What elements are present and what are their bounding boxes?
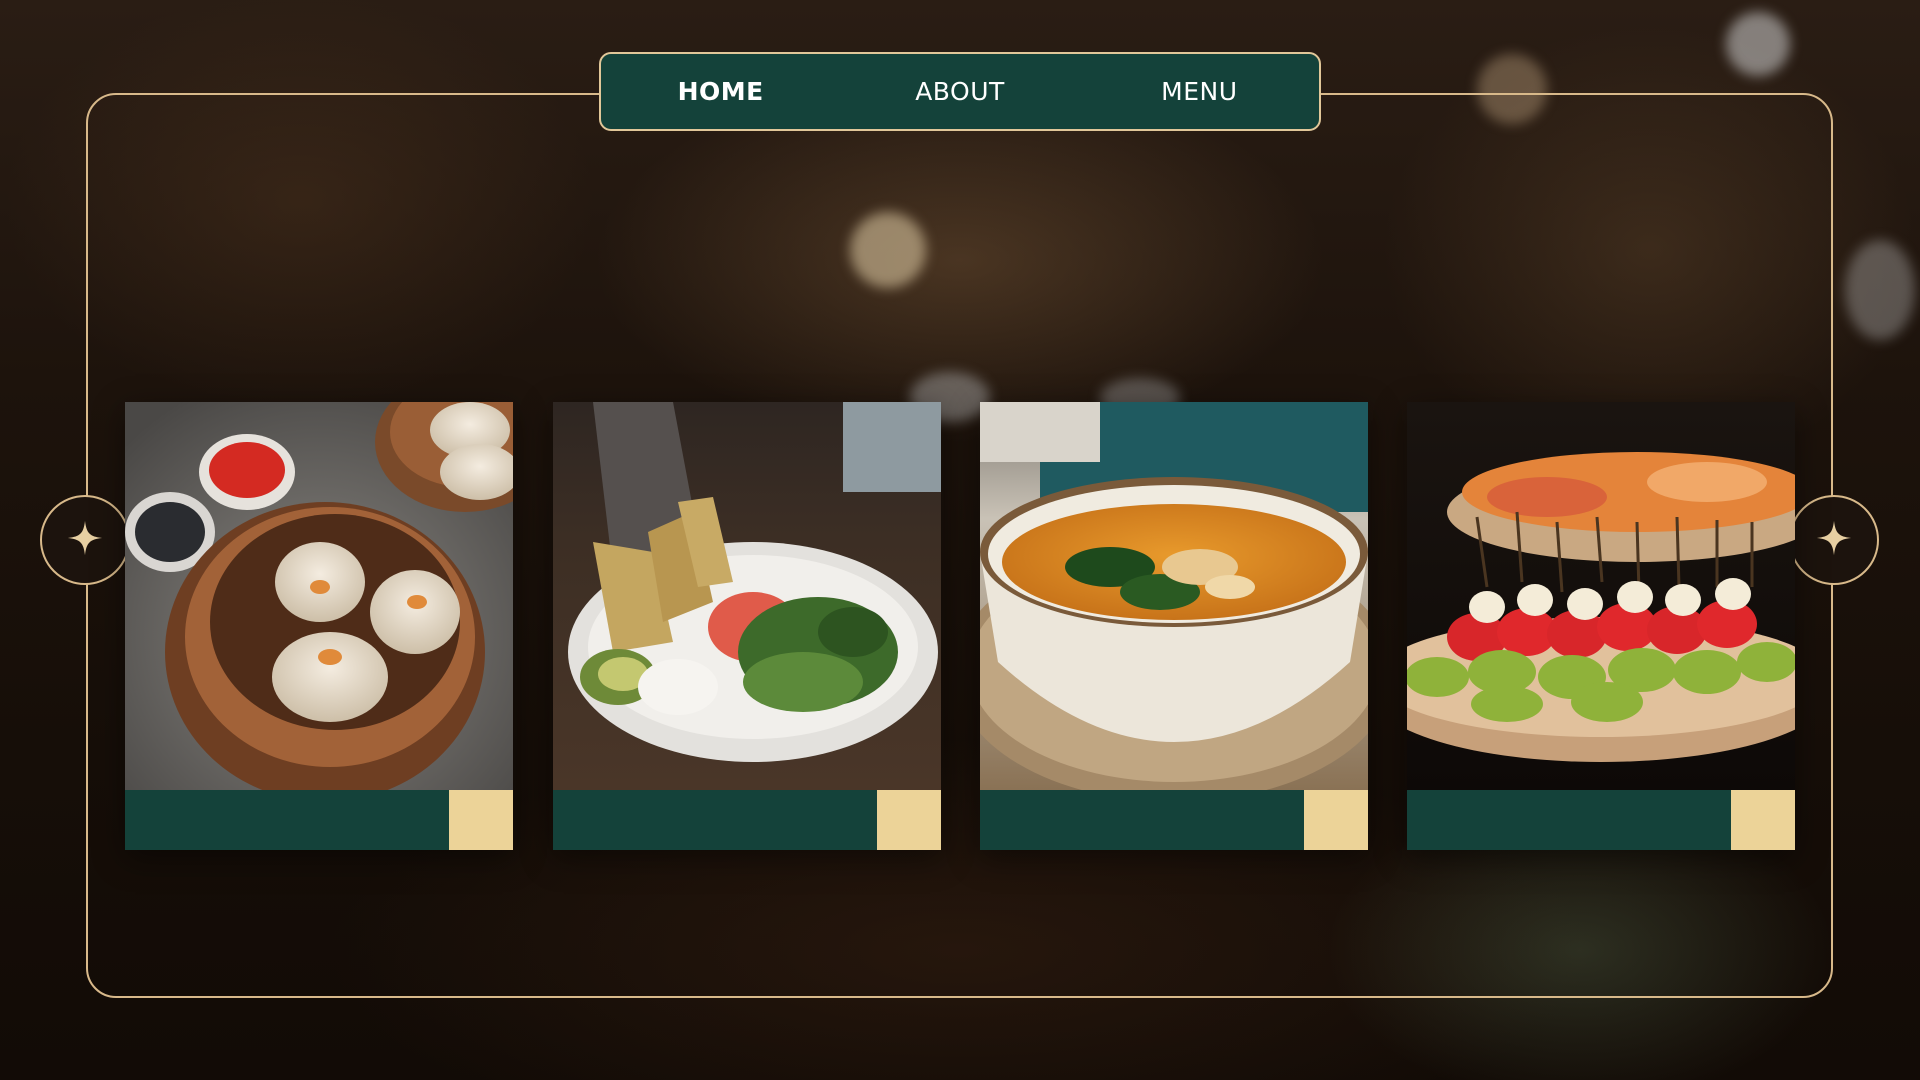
sparkle-icon	[66, 519, 104, 561]
card-action-button[interactable]	[1304, 790, 1368, 850]
nav-item-home[interactable]: HOME	[601, 77, 840, 106]
bokeh-light	[1726, 12, 1790, 76]
salad-plate-photo	[553, 402, 941, 790]
food-card-salad[interactable]	[553, 402, 941, 850]
card-caption-bar	[553, 790, 877, 850]
card-action-button[interactable]	[449, 790, 513, 850]
top-navigation: HOME ABOUT MENU	[599, 52, 1321, 131]
sparkle-icon	[1815, 519, 1853, 561]
dim-sum-steamer-photo	[125, 402, 513, 790]
nav-item-about[interactable]: ABOUT	[840, 77, 1079, 106]
carousel-prev-button[interactable]	[40, 495, 130, 585]
carousel-next-button[interactable]	[1789, 495, 1879, 585]
food-card-appetizers[interactable]	[1407, 402, 1795, 850]
food-card-soup[interactable]	[980, 402, 1368, 850]
card-caption-bar	[980, 790, 1304, 850]
pumpkin-soup-photo	[980, 402, 1368, 790]
appetizer-platter-photo	[1407, 402, 1795, 790]
card-caption-bar	[125, 790, 449, 850]
card-action-button[interactable]	[1731, 790, 1795, 850]
nav-item-menu[interactable]: MENU	[1080, 77, 1319, 106]
card-action-button[interactable]	[877, 790, 941, 850]
food-card-dim-sum[interactable]	[125, 402, 513, 850]
card-caption-bar	[1407, 790, 1731, 850]
bokeh-light	[1845, 240, 1915, 340]
